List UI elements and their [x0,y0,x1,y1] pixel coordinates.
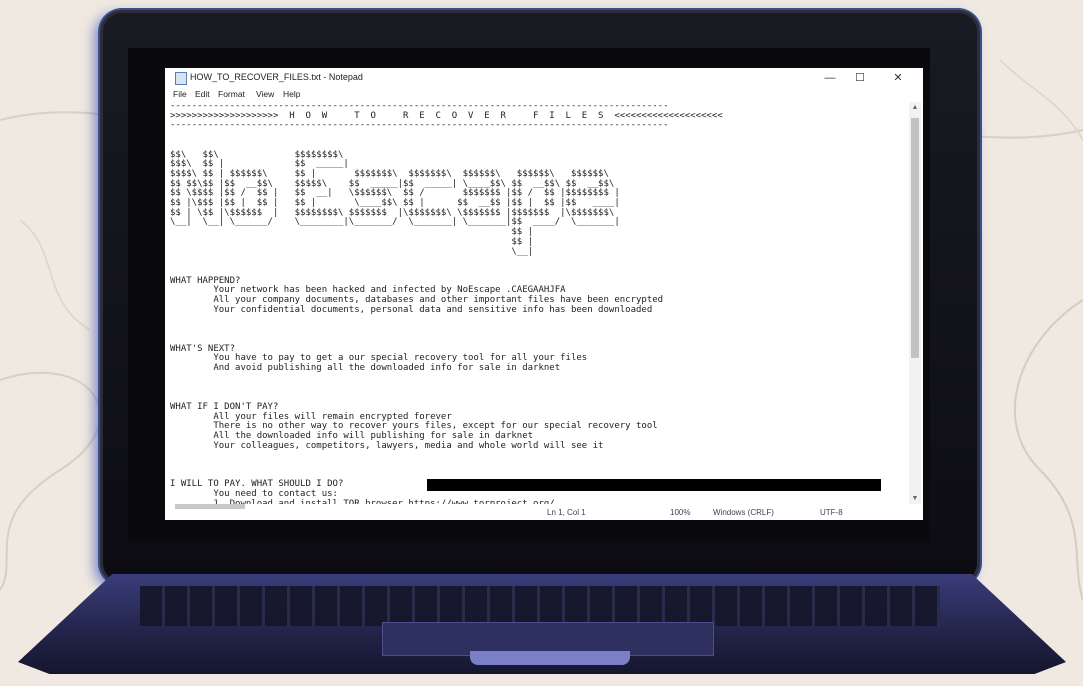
notepad-icon [175,72,187,85]
scroll-down-icon[interactable]: ▼ [909,495,921,502]
window-title: HOW_TO_RECOVER_FILES.txt - Notepad [190,72,363,82]
scroll-up-icon[interactable]: ▲ [909,104,921,111]
menu-view[interactable]: View [256,89,274,99]
horizontal-scrollbar[interactable] [165,504,255,510]
menu-edit[interactable]: Edit [195,89,210,99]
line-endings: Windows (CRLF) [713,508,774,517]
vertical-scroll-thumb[interactable] [911,118,919,358]
title-bar[interactable]: HOW_TO_RECOVER_FILES.txt - Notepad — ☐ ✕ [165,68,923,88]
keyboard [140,586,940,626]
minimize-button[interactable]: — [815,70,845,86]
close-button[interactable]: ✕ [883,70,913,86]
laptop-notch [470,651,630,665]
horizontal-scroll-thumb[interactable] [175,504,245,509]
menu-bar: File Edit Format View Help [165,88,923,102]
document-text: ----------------------------------------… [170,102,723,504]
status-bar: Ln 1, Col 1 100% Windows (CRLF) UTF-8 [165,504,923,520]
menu-file[interactable]: File [173,89,187,99]
encoding: UTF-8 [820,508,843,517]
menu-format[interactable]: Format [218,89,245,99]
redacted-link [427,479,881,491]
vertical-scrollbar[interactable]: ▲ ▼ [909,102,921,504]
cursor-position: Ln 1, Col 1 [547,508,586,517]
maximize-button[interactable]: ☐ [845,70,875,86]
notepad-window: HOW_TO_RECOVER_FILES.txt - Notepad — ☐ ✕… [165,68,923,520]
text-editor[interactable]: ----------------------------------------… [170,102,905,504]
menu-help[interactable]: Help [283,89,300,99]
zoom-level: 100% [670,508,691,517]
